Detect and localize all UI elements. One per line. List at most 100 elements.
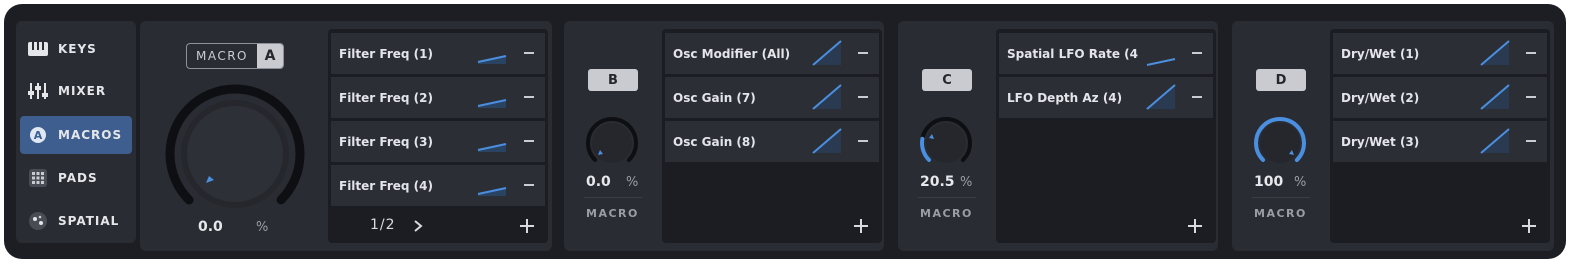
divider: [1252, 197, 1310, 198]
macro-letter-badge: A: [257, 44, 283, 68]
assignment-label: Filter Freq (2): [339, 90, 433, 105]
mixer-sliders-icon: [26, 79, 50, 103]
piano-keys-icon: [26, 37, 50, 61]
macro-d-value: 100: [1254, 174, 1284, 190]
macro-a-assignment-list: Filter Freq (1) Filter Freq (2) Filter F…: [328, 29, 548, 243]
macro-a-section: MACRO A 0.0 % Filter Freq (1) Filter Fre…: [140, 21, 552, 251]
curve-icon: [1480, 40, 1510, 66]
curve-icon: [1480, 84, 1510, 110]
assignment-label: Filter Freq (1): [339, 46, 433, 61]
chevron-right-icon[interactable]: [412, 219, 424, 233]
macro-a-unit: %: [256, 220, 269, 235]
macro-b-knob[interactable]: [584, 115, 640, 171]
list-item[interactable]: Osc Modifier (All): [665, 33, 879, 74]
remove-button[interactable]: [521, 176, 537, 194]
assignment-label: Osc Gain (8): [673, 134, 756, 149]
sidebar-item-label: MACROS: [58, 128, 123, 142]
macro-letter-badge: B: [588, 69, 638, 91]
curve-icon: [477, 143, 507, 152]
curve-icon: [1480, 128, 1510, 154]
macro-c-value: 20.5: [920, 174, 955, 190]
svg-text:A: A: [34, 129, 43, 142]
macro-a-value: 0.0: [198, 219, 223, 235]
add-assignment-button[interactable]: [1520, 217, 1538, 235]
assignment-label: Spatial LFO Rate (4: [1007, 46, 1139, 61]
assignment-label: LFO Depth Az (4): [1007, 90, 1123, 105]
divider: [584, 197, 642, 198]
pads-grid-icon: [26, 166, 50, 190]
macro-c-assignment-list: Spatial LFO Rate (4 LFO Depth Az (4): [996, 29, 1216, 243]
macro-d-section: D 100 % MACRO Dry/Wet (1) Dry/Wet (2) Dr…: [1232, 21, 1554, 251]
list-item[interactable]: Spatial LFO Rate (4: [999, 33, 1213, 74]
curve-icon: [1146, 58, 1176, 66]
macro-caption: MACRO: [1254, 207, 1307, 220]
sidebar-item-label: SPATIAL: [58, 214, 120, 228]
macro-letter-badge: C: [922, 69, 972, 91]
list-item[interactable]: Osc Gain (7): [665, 77, 879, 118]
macro-b-value: 0.0: [586, 174, 611, 190]
sidebar-item-pads[interactable]: PADS: [20, 159, 132, 197]
curve-icon: [477, 55, 507, 64]
sidebar-item-macros[interactable]: A MACROS: [20, 116, 132, 154]
list-item[interactable]: Filter Freq (3): [331, 121, 545, 162]
macro-title-label: MACRO: [195, 49, 248, 63]
remove-button[interactable]: [521, 44, 537, 62]
add-assignment-button[interactable]: [518, 217, 536, 235]
page-indicator: 1/2: [370, 217, 396, 233]
sidebar-item-keys[interactable]: KEYS: [20, 30, 132, 68]
assignment-label: Osc Gain (7): [673, 90, 756, 105]
remove-button[interactable]: [855, 44, 871, 62]
macro-d-unit: %: [1294, 175, 1307, 190]
list-item[interactable]: Dry/Wet (2): [1333, 77, 1547, 118]
plugin-window: KEYS MIXER A MACROS PADS SPATIAL MACRO A…: [4, 4, 1566, 259]
macro-b-assignment-list: Osc Modifier (All) Osc Gain (7) Osc Gain…: [662, 29, 882, 243]
macro-c-section: C 20.5 % MACRO Spatial LFO Rate (4 LFO D…: [898, 21, 1218, 251]
add-assignment-button[interactable]: [852, 217, 870, 235]
remove-button[interactable]: [1523, 44, 1539, 62]
remove-button[interactable]: [1189, 88, 1205, 106]
remove-button[interactable]: [855, 88, 871, 106]
sidebar-item-mixer[interactable]: MIXER: [20, 72, 132, 110]
sidebar-item-label: KEYS: [58, 42, 97, 56]
list-item[interactable]: Filter Freq (1): [331, 33, 545, 74]
assignment-label: Filter Freq (3): [339, 134, 433, 149]
macro-b-unit: %: [626, 175, 639, 190]
remove-button[interactable]: [521, 132, 537, 150]
list-item[interactable]: Filter Freq (2): [331, 77, 545, 118]
assignment-label: Dry/Wet (3): [1341, 134, 1420, 149]
curve-icon: [812, 84, 842, 110]
macro-d-knob[interactable]: [1252, 115, 1308, 171]
divider: [918, 197, 976, 198]
macro-caption: MACRO: [920, 207, 973, 220]
assignment-label: Dry/Wet (1): [1341, 46, 1420, 61]
sidebar-item-label: MIXER: [58, 84, 107, 98]
macro-a-knob[interactable]: [162, 81, 308, 221]
macro-caption: MACRO: [586, 207, 639, 220]
remove-button[interactable]: [855, 132, 871, 150]
sidebar-item-spatial[interactable]: SPATIAL: [20, 202, 132, 240]
macro-letter-badge: D: [1256, 69, 1306, 91]
list-item[interactable]: Osc Gain (8): [665, 121, 879, 162]
assignment-label: Osc Modifier (All): [673, 46, 791, 61]
curve-icon: [1146, 84, 1176, 110]
sidebar-item-label: PADS: [58, 171, 98, 185]
remove-button[interactable]: [1523, 132, 1539, 150]
remove-button[interactable]: [1523, 88, 1539, 106]
assignment-label: Filter Freq (4): [339, 178, 433, 193]
spatial-dots-icon: [26, 209, 50, 233]
curve-icon: [812, 128, 842, 154]
list-item[interactable]: Filter Freq (4): [331, 165, 545, 206]
list-item[interactable]: LFO Depth Az (4): [999, 77, 1213, 118]
remove-button[interactable]: [1189, 44, 1205, 62]
remove-button[interactable]: [521, 88, 537, 106]
macro-c-knob[interactable]: [918, 115, 974, 171]
list-item[interactable]: Dry/Wet (3): [1333, 121, 1547, 162]
assignment-label: Dry/Wet (2): [1341, 90, 1420, 105]
curve-icon: [477, 99, 507, 108]
macro-d-assignment-list: Dry/Wet (1) Dry/Wet (2) Dry/Wet (3): [1330, 29, 1550, 243]
macro-b-section: B 0.0 % MACRO Osc Modifier (All) Osc Gai…: [564, 21, 884, 251]
sidebar: KEYS MIXER A MACROS PADS SPATIAL: [16, 21, 136, 243]
macro-a-title: MACRO A: [186, 43, 284, 69]
list-item[interactable]: Dry/Wet (1): [1333, 33, 1547, 74]
add-assignment-button[interactable]: [1186, 217, 1204, 235]
